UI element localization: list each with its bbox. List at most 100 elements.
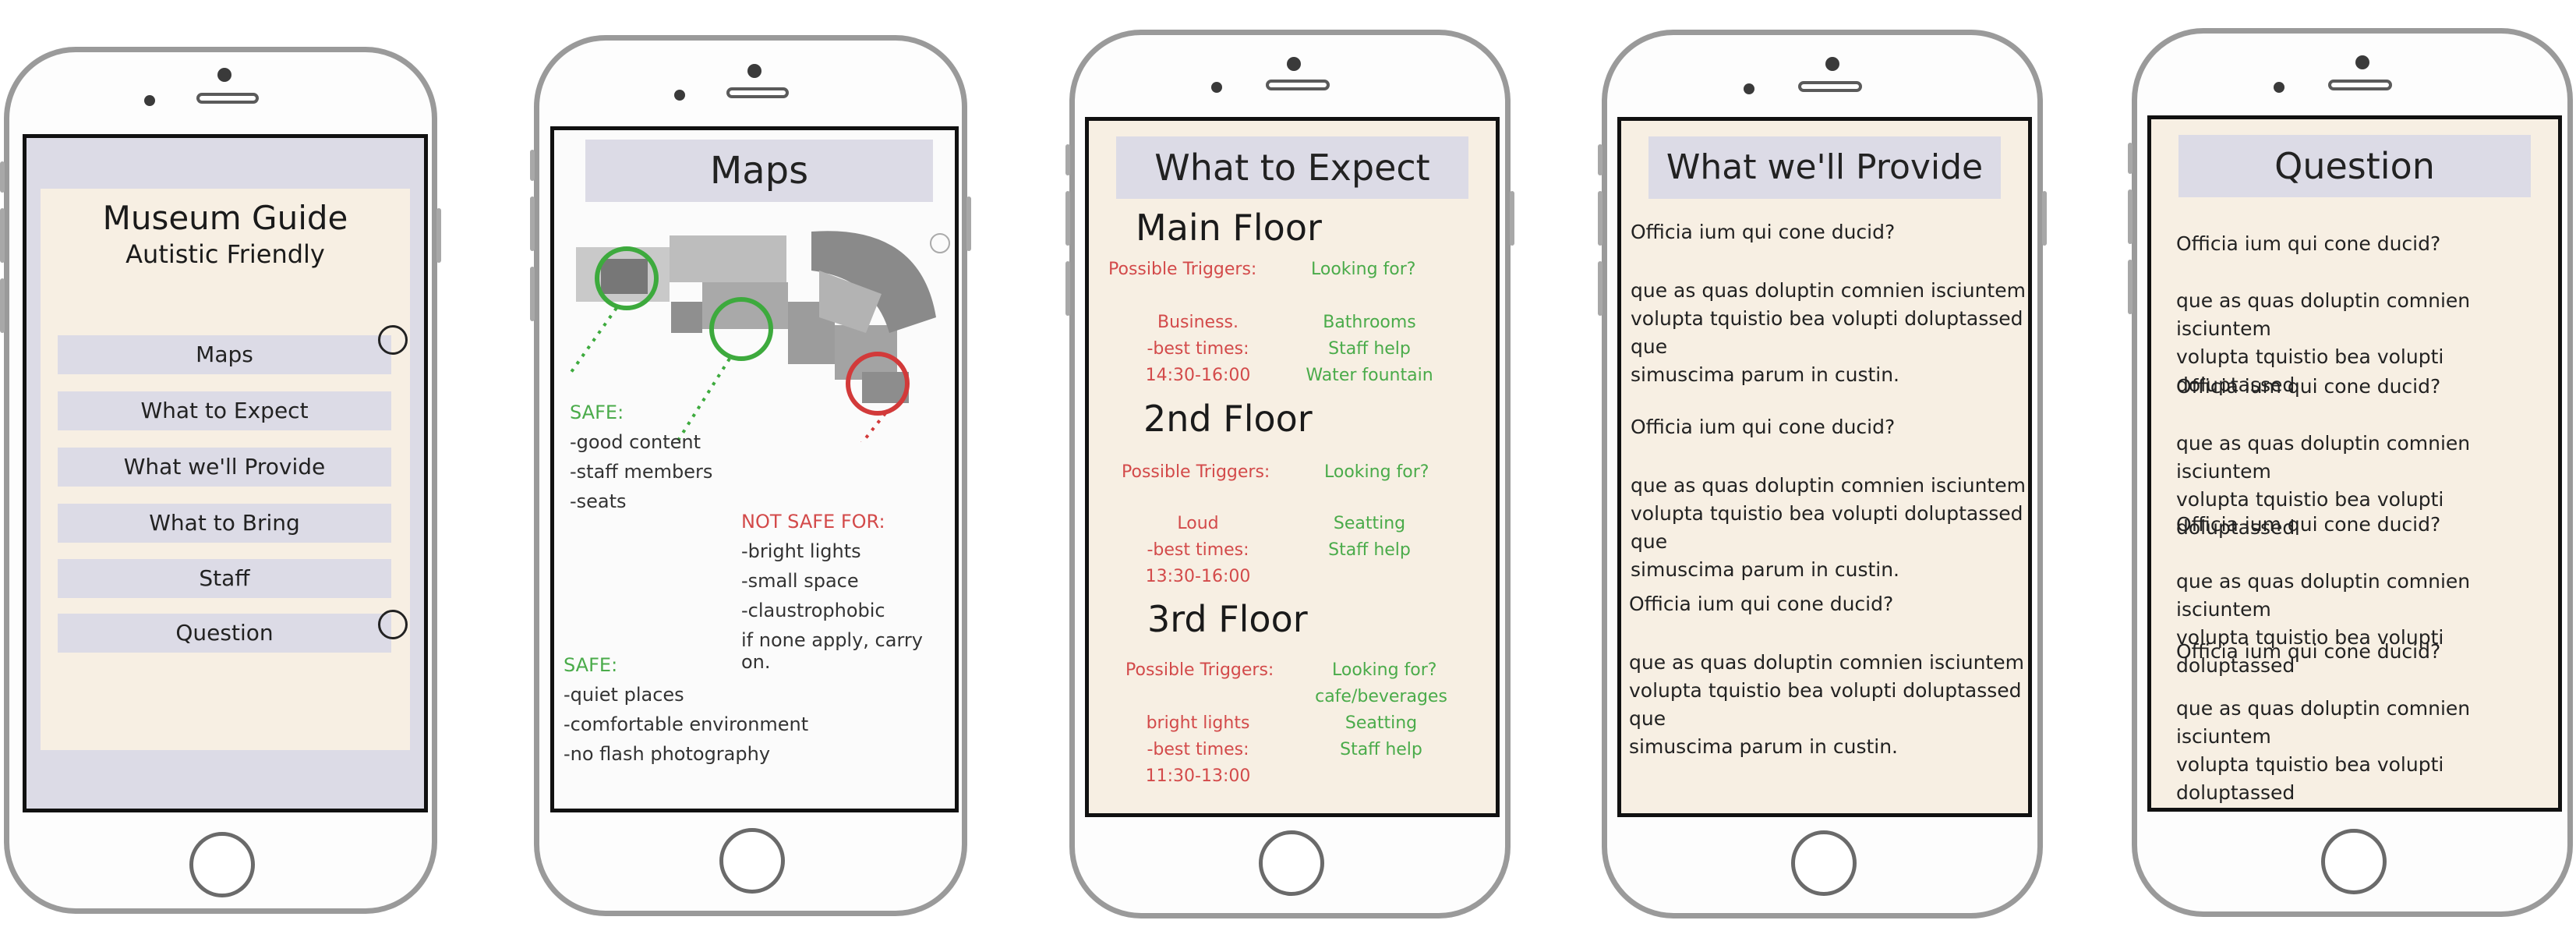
faq-answer-line: volupta tquistio bea volupti doluptassed… — [1631, 502, 2023, 553]
menu-item-what-to-expect[interactable]: What to Expect — [58, 391, 391, 430]
faq-question: Officia ium qui cone ducid? — [2176, 513, 2441, 536]
faq-answer: que as quas doluptin comnien isciuntem v… — [1631, 277, 2028, 389]
page-title: Maps — [585, 140, 933, 202]
home-button[interactable] — [719, 828, 785, 894]
camera-icon — [1287, 57, 1301, 71]
side-button — [0, 278, 5, 333]
camera-icon — [217, 68, 231, 82]
selection-marker — [378, 610, 408, 639]
faq-answer-line: volupta tquistio bea volupti doluptassed… — [1629, 679, 2022, 730]
looking-item: Staff help — [1328, 339, 1411, 359]
phone-frame-expect: What to Expect Main Floor Possible Trigg… — [1065, 30, 1514, 918]
faq-answer-line: simuscima parum in custin. — [1631, 363, 1900, 386]
phone-frame-provide: What we'll Provide Officia ium qui cone … — [1598, 30, 2047, 918]
faq-question: Officia ium qui cone ducid? — [1631, 221, 1896, 243]
trigger-item: 11:30-13:00 — [1145, 766, 1251, 786]
not-safe-item: -claustrophobic — [741, 600, 885, 621]
faq-answer: que as quas doluptin comnien isciuntem v… — [1631, 472, 2028, 584]
safe-item: -no flash photography — [564, 743, 771, 765]
page-title: What we'll Provide — [1648, 136, 2001, 199]
side-button — [1598, 261, 1602, 316]
looking-label: Looking for? — [1311, 260, 1416, 279]
safe-item: -staff members — [570, 461, 713, 483]
trigger-item: 14:30-16:00 — [1145, 366, 1251, 385]
safe-item: -comfortable environment — [564, 713, 809, 735]
faq-question: Officia ium qui cone ducid? — [2176, 640, 2441, 663]
screen-question: Question Officia ium qui cone ducid? que… — [2147, 115, 2562, 812]
menu-item-staff[interactable]: Staff — [58, 559, 391, 598]
phone-frame-home: Museum Guide Autistic Friendly Maps What… — [0, 47, 441, 914]
looking-item: Seatting — [1345, 713, 1418, 733]
faq-answer-line: que as quas doluptin comnien isciuntem — [2176, 289, 2471, 340]
safe-heading: SAFE: — [570, 402, 624, 423]
screen-home: Museum Guide Autistic Friendly Maps What… — [23, 134, 428, 812]
app-title: Museum Guide — [102, 199, 348, 237]
trigger-item: Business. — [1157, 313, 1239, 332]
trigger-item: bright lights — [1146, 713, 1250, 733]
safe-item: -good content — [570, 431, 701, 453]
camera-icon — [1825, 57, 1839, 71]
side-button — [1598, 191, 1602, 246]
trigger-item: -best times: — [1147, 339, 1249, 359]
trigger-item: Loud — [1177, 514, 1219, 533]
menu-item-what-well-provide[interactable]: What we'll Provide — [58, 448, 391, 487]
home-button[interactable] — [1259, 830, 1324, 896]
speaker-grille — [196, 93, 259, 104]
sensor-icon — [2274, 82, 2284, 93]
faq-question: Officia ium qui cone ducid? — [1631, 416, 1896, 438]
page-title: What to Expect — [1116, 136, 1468, 199]
not-safe-item: -bright lights — [741, 540, 861, 562]
not-safe-item: -small space — [741, 570, 859, 592]
side-button — [966, 196, 971, 251]
speaker-grille — [1266, 80, 1330, 90]
side-button — [436, 208, 441, 263]
camera-icon — [2355, 55, 2369, 69]
looking-item: Staff help — [1340, 740, 1422, 759]
menu-item-what-to-bring[interactable]: What to Bring — [58, 504, 391, 543]
looking-item: Bathrooms — [1323, 313, 1416, 332]
looking-item: Staff help — [1328, 540, 1411, 560]
faq-answer: que as quas doluptin comnien isciuntem v… — [2176, 568, 2558, 680]
looking-label: Looking for? — [1332, 660, 1437, 680]
speaker-grille — [2328, 80, 2392, 90]
faq-answer: que as quas doluptin comnien isciuntem v… — [1629, 649, 2028, 761]
phone-frame-question: Question Officia ium qui cone ducid? que… — [2128, 28, 2573, 917]
faq-answer-line: volupta tquistio bea volupti doluptassed… — [1631, 307, 2023, 358]
camera-icon — [747, 64, 761, 78]
looking-item: Seatting — [1333, 514, 1406, 533]
floor-name: 2nd Floor — [1143, 398, 1313, 440]
speaker-grille — [1798, 81, 1862, 92]
side-button — [530, 267, 535, 321]
looking-item: Water fountain — [1306, 366, 1433, 385]
menu-item-question[interactable]: Question — [58, 614, 391, 653]
faq-answer-line: que as quas doluptin comnien isciuntem — [1629, 651, 2024, 674]
side-button — [1598, 144, 1602, 175]
triggers-label: Possible Triggers: — [1108, 260, 1257, 279]
side-button — [2128, 189, 2133, 244]
trigger-item: 13:30-16:00 — [1145, 567, 1251, 586]
faq-answer-line: que as quas doluptin comnien isciuntem — [2176, 570, 2471, 621]
side-button — [2128, 143, 2133, 174]
phone-frame-maps: Maps SAFE: -good content -staff members … — [530, 35, 971, 916]
faq-answer-line: volupta tquistio bea volupti doluptassed — [2176, 753, 2444, 804]
looking-label: Looking for? — [1324, 462, 1429, 482]
faq-question: Officia ium qui cone ducid? — [1629, 593, 1894, 615]
faq-answer-line: que as quas doluptin comnien isciuntem — [1631, 474, 2026, 497]
page-title: Question — [2178, 135, 2531, 197]
selection-marker — [378, 325, 408, 355]
sensor-icon — [144, 95, 155, 106]
home-button[interactable] — [189, 832, 255, 897]
floor-name: Main Floor — [1136, 207, 1322, 249]
not-safe-note: if none apply, carry on. — [741, 629, 923, 673]
home-button[interactable] — [2321, 829, 2387, 894]
screen-provide: What we'll Provide Officia ium qui cone … — [1617, 117, 2032, 817]
menu-item-maps[interactable]: Maps — [58, 335, 391, 374]
speaker-grille — [726, 87, 789, 98]
not-safe-heading: NOT SAFE FOR: — [741, 511, 885, 533]
safe-heading: SAFE: — [564, 654, 618, 676]
safe-item: -seats — [570, 490, 627, 512]
faq-answer: que as quas doluptin comnien isciuntem v… — [2176, 695, 2558, 807]
side-button — [1065, 144, 1070, 175]
home-button[interactable] — [1791, 830, 1857, 896]
sensor-icon — [1744, 83, 1754, 94]
